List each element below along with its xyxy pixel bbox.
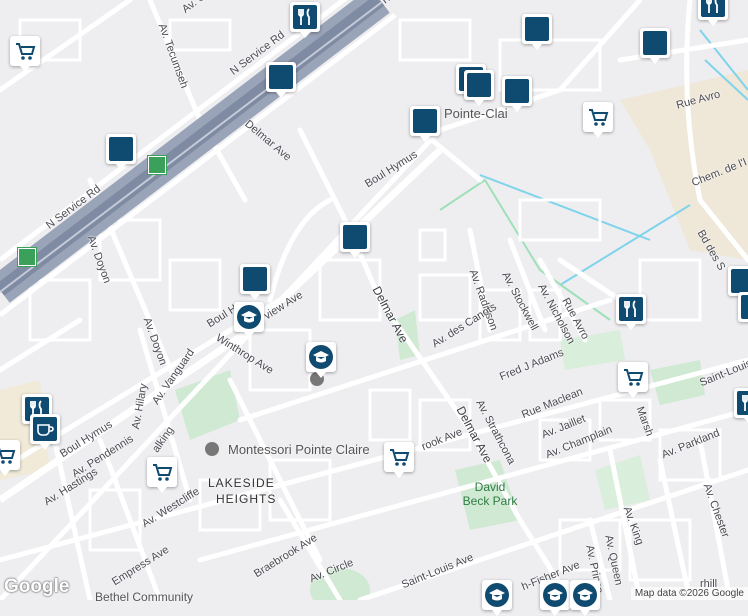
shopping-bag-pin[interactable]	[502, 76, 532, 112]
park-label-david-beck[interactable]: David Beck Park	[455, 480, 525, 508]
graduation-cap-icon	[573, 583, 597, 607]
shopping-cart-pin[interactable]	[583, 102, 613, 138]
neighborhood-label: HEIGHTS	[216, 492, 277, 506]
shopping-cart-icon	[153, 464, 173, 481]
shopping-bag-icon	[467, 73, 491, 97]
poi-label-bethel[interactable]: Bethel Community	[95, 590, 193, 604]
school-pin[interactable]	[482, 580, 512, 616]
school-pin[interactable]	[540, 580, 570, 616]
shopping-bag-pin[interactable]	[640, 28, 670, 64]
shopping-bag-icon	[243, 267, 267, 291]
poi-label-montessori[interactable]: Montessori Pointe Claire	[228, 442, 370, 457]
shopping-bag-pin[interactable]	[340, 222, 370, 258]
fork-knife-icon	[293, 5, 317, 29]
coffee-cup-icon	[33, 417, 57, 441]
restaurant-pin[interactable]	[734, 388, 748, 424]
shopping-cart-pin[interactable]	[10, 36, 40, 72]
google-logo[interactable]: Google	[4, 576, 69, 598]
shopping-bag-icon	[269, 65, 293, 89]
map-data-attribution[interactable]: Map data ©2026 Google	[630, 587, 748, 600]
school-pin[interactable]	[234, 302, 264, 338]
restaurant-pin[interactable]	[698, 0, 728, 26]
park-name-line2: Beck Park	[462, 494, 518, 508]
fork-knife-icon	[619, 297, 643, 321]
shopping-cart-icon	[16, 43, 36, 60]
shopping-bag-icon	[731, 269, 748, 293]
restaurant-pin[interactable]	[616, 294, 646, 330]
shopping-cart-pin[interactable]	[618, 362, 648, 398]
graduation-cap-icon	[543, 583, 567, 607]
shopping-bag-icon	[505, 79, 529, 103]
shopping-cart-icon	[624, 369, 644, 386]
shopping-cart-pin[interactable]	[0, 440, 20, 476]
fork-knife-icon	[701, 0, 725, 17]
school-pin[interactable]	[570, 580, 600, 616]
shopping-bag-icon	[109, 137, 133, 161]
shopping-bag-pin[interactable]	[266, 62, 296, 98]
school-pin[interactable]	[306, 342, 336, 378]
shopping-bag-icon	[413, 109, 437, 133]
park-name-line1: David	[474, 480, 506, 494]
school-dot-icon[interactable]	[205, 442, 219, 456]
shopping-bag-pin[interactable]	[410, 106, 440, 142]
highway-shield-icon	[18, 248, 36, 266]
shopping-cart-icon	[0, 447, 16, 464]
fork-knife-icon	[737, 391, 748, 415]
shopping-bag-icon	[525, 17, 549, 41]
shopping-cart-icon	[741, 295, 748, 319]
graduation-cap-icon	[309, 345, 333, 369]
shopping-cart-pin[interactable]	[738, 292, 748, 322]
shopping-bag-icon	[343, 225, 367, 249]
shopping-cart-pin[interactable]	[384, 442, 414, 478]
shopping-cart-icon	[390, 449, 410, 466]
graduation-cap-icon	[237, 305, 261, 329]
shopping-bag-pin[interactable]	[240, 264, 270, 300]
shopping-bag-pin[interactable]	[522, 14, 552, 50]
shopping-bag-icon	[643, 31, 667, 55]
highway-shield-icon	[148, 156, 166, 174]
restaurant-pin[interactable]	[290, 2, 320, 38]
poi-label-pointe-claire[interactable]: Pointe-Clai	[444, 106, 508, 121]
shopping-cart-pin[interactable]	[147, 457, 177, 493]
shopping-bag-pin[interactable]	[106, 134, 136, 170]
shopping-cart-icon	[589, 109, 609, 126]
cafe-pin[interactable]	[30, 414, 60, 450]
graduation-cap-icon	[485, 583, 509, 607]
neighborhood-label: LAKESIDE	[208, 476, 275, 490]
shopping-bag-pin[interactable]	[464, 70, 494, 106]
